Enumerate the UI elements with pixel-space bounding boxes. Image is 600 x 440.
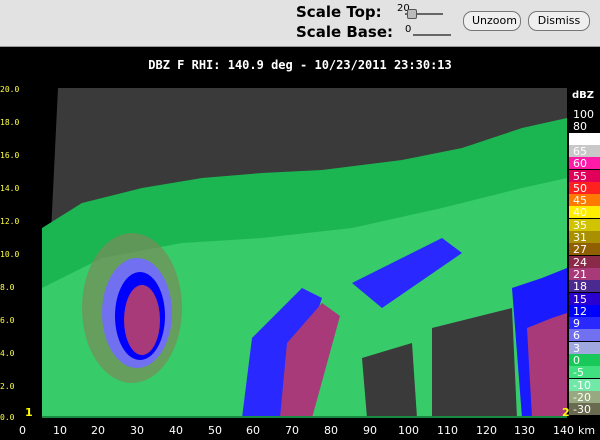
rhi-plot[interactable] (22, 88, 567, 418)
y-tick: 12.0 (0, 217, 20, 226)
x-tick: 110 (437, 424, 458, 437)
scale-top-slider[interactable]: 20 (397, 3, 447, 19)
x-tick: 10 (53, 424, 67, 437)
y-tick: 0.0 (0, 413, 15, 422)
scale-top-thumb[interactable] (407, 9, 417, 19)
scale-base-label: Scale Base: (296, 23, 394, 41)
legend-label: 21 (573, 267, 587, 281)
scale-base-slider[interactable]: 0 (405, 24, 455, 38)
y-tick: 18.0 (0, 118, 20, 127)
scale-top-label: Scale Top: (296, 3, 382, 21)
legend-label: 35 (573, 218, 587, 232)
unzoom-button[interactable]: Unzoom (463, 11, 521, 31)
scan-header: DBZ F RHI: 140.9 deg - 10/23/2011 23:30:… (0, 58, 600, 72)
legend-label: -5 (573, 366, 584, 380)
x-tick: 80 (324, 424, 338, 437)
legend-label: 12 (573, 304, 587, 318)
legend-label: 100 (573, 108, 594, 121)
x-tick: 100 (398, 424, 419, 437)
scan-datetime: 10/23/2011 23:30:13 (314, 58, 452, 72)
x-axis-unit: km (578, 424, 596, 437)
legend-label: 24 (573, 255, 587, 269)
dismiss-button[interactable]: Dismiss (528, 11, 590, 31)
storm-core (124, 285, 160, 355)
scale-base-value: 0 (405, 24, 412, 35)
y-tick: 10.0 (0, 250, 20, 259)
legend-label: 9 (573, 317, 580, 331)
legend-label: 50 (573, 181, 587, 195)
legend-label: 6 (573, 329, 580, 343)
x-tick: 20 (91, 424, 105, 437)
legend-label: 31 (573, 231, 587, 244)
product-name: DBZ F (148, 58, 185, 72)
y-tick: 20.0 (0, 85, 20, 94)
x-tick: 70 (285, 424, 299, 437)
y-tick: 14.0 (0, 184, 20, 193)
x-tick: 0 (19, 424, 26, 437)
legend-label: 0 (573, 354, 580, 367)
legend-label: -10 (573, 378, 591, 392)
x-tick: 120 (476, 424, 497, 437)
y-tick: 4.0 (0, 349, 15, 358)
legend-label: 70 (573, 132, 587, 146)
header-separator: - (300, 58, 308, 72)
y-tick: 6.0 (0, 316, 15, 325)
x-tick: 140 (553, 424, 574, 437)
legend-label: -20 (573, 390, 591, 404)
legend-label: 18 (573, 280, 587, 294)
legend-label: 55 (573, 169, 587, 183)
x-tick: 50 (208, 424, 222, 437)
legend-label: 27 (573, 243, 587, 257)
legend-label: 3 (573, 341, 580, 355)
marker-left: 1 (25, 406, 33, 419)
x-tick: 130 (514, 424, 535, 437)
band-3-core (527, 313, 567, 418)
y-tick: 8.0 (0, 283, 15, 292)
legend-title: dBZ (572, 90, 595, 101)
x-tick: 30 (130, 424, 144, 437)
legend-label: 45 (573, 194, 587, 208)
y-tick: 2.0 (0, 382, 15, 391)
legend-label: 80 (573, 120, 587, 134)
legend-label: 40 (573, 206, 587, 220)
legend-label: 65 (573, 144, 587, 158)
toolbar: Scale Top: 20 Scale Base: 0 Unzoom Dismi… (0, 0, 600, 47)
x-tick: 90 (363, 424, 377, 437)
legend-label: -30 (573, 403, 591, 417)
legend-label: 15 (573, 292, 587, 306)
scan-descriptor: RHI: 140.9 deg (191, 58, 293, 72)
y-tick: 16.0 (0, 151, 20, 160)
scale-base-track (413, 34, 451, 36)
x-tick: 60 (246, 424, 260, 437)
legend-label: 60 (573, 157, 587, 171)
x-tick: 40 (169, 424, 183, 437)
